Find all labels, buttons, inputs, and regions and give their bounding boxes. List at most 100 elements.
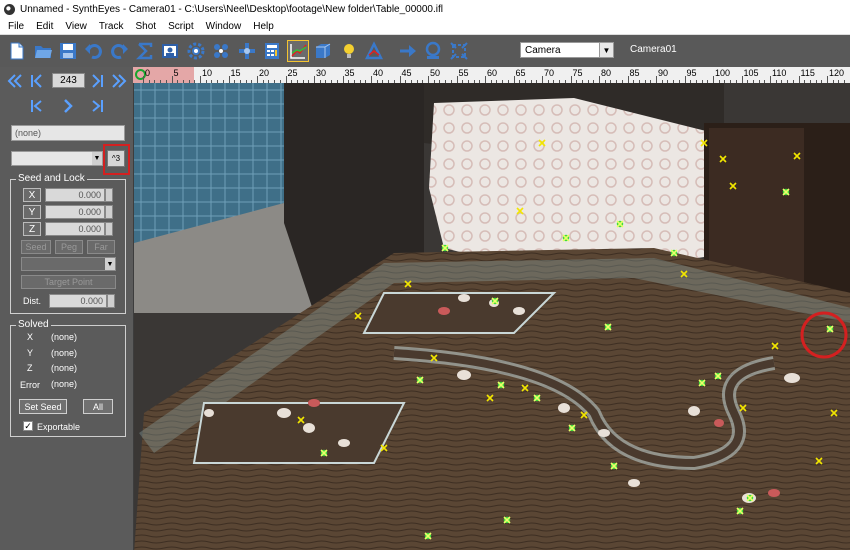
solved-tracker-marker[interactable] (533, 394, 541, 402)
solved-tracker-marker[interactable] (562, 234, 570, 242)
redo-icon[interactable] (108, 40, 130, 62)
solved-z-label: Z (27, 363, 33, 373)
ruler-tick-label: 120 (829, 68, 845, 78)
ruler-tick (399, 76, 401, 83)
solved-tracker-marker[interactable] (714, 372, 722, 380)
seed-z-button[interactable]: Z (23, 222, 41, 236)
calculator-icon[interactable] (261, 40, 283, 62)
image-preview-icon[interactable] (159, 40, 181, 62)
seed-y-field[interactable]: 0.000 (45, 205, 105, 219)
tracker-name-field[interactable]: (none) (11, 125, 125, 141)
solved-tracker-marker[interactable] (441, 244, 449, 252)
dist-field[interactable]: 0.000 (49, 294, 107, 308)
solved-tracker-marker[interactable] (424, 532, 432, 540)
seed-z-field[interactable]: 0.000 (45, 222, 105, 236)
ruler-tick-label: 65 (515, 68, 526, 78)
new-file-icon[interactable] (6, 40, 28, 62)
timeline-ruler[interactable]: 0 5 10 15 20 25 30 35 40 45 50 55 60 65 70 75 80 85 90 95 10… (133, 67, 850, 83)
far-button[interactable]: Far (87, 240, 115, 254)
menu-window[interactable]: Window (200, 21, 248, 32)
menu-script[interactable]: Script (162, 21, 200, 32)
solved-tracker-marker[interactable] (670, 249, 678, 257)
gear-icon[interactable] (185, 40, 207, 62)
solved-tracker-marker[interactable] (491, 297, 499, 305)
target-point-button[interactable]: Target Point (21, 275, 116, 289)
seed-button[interactable]: Seed (21, 240, 51, 254)
save-icon[interactable] (57, 40, 79, 62)
frame-number-field[interactable]: 243 (52, 73, 85, 88)
ruler-tick (428, 76, 429, 83)
sigma-icon[interactable] (134, 40, 156, 62)
ruler-tick-label: 0 (145, 68, 151, 78)
set-seed-button[interactable]: Set Seed (19, 399, 67, 414)
tracker-dropdown[interactable]: ▼ (11, 151, 103, 166)
menu-view[interactable]: View (59, 21, 93, 32)
solved-tracker-marker[interactable] (604, 323, 612, 331)
ruler-tick-label: 35 (344, 68, 355, 78)
cluster-icon[interactable] (210, 40, 232, 62)
ruler-tick-label: 95 (686, 68, 697, 78)
seed-y-button[interactable]: Y (23, 205, 41, 219)
lock-mode-dropdown[interactable]: ▼ (21, 257, 116, 271)
step-back-icon[interactable] (28, 97, 46, 115)
menu-track[interactable]: Track (93, 21, 130, 32)
solved-tracker-marker[interactable] (497, 381, 505, 389)
seed-y-spinner[interactable] (105, 205, 113, 219)
peg-button[interactable]: Peg (55, 240, 83, 254)
triangle-icon[interactable] (363, 40, 385, 62)
solved-tracker-marker[interactable] (503, 516, 511, 524)
chevron-down-icon[interactable]: ▼ (105, 258, 115, 270)
zoom-fit-icon[interactable] (422, 40, 444, 62)
exportable-checkbox[interactable]: ✓ (23, 421, 33, 431)
chevron-down-icon[interactable]: ▼ (599, 43, 613, 57)
camera-viewport[interactable] (133, 83, 850, 550)
rewind-icon[interactable] (6, 72, 24, 90)
solved-tracker-marker[interactable] (568, 424, 576, 432)
move-icon[interactable] (236, 40, 258, 62)
seed-z-spinner[interactable] (105, 222, 113, 236)
seed-x-field[interactable]: 0.000 (45, 188, 105, 202)
fast-forward-icon[interactable] (110, 72, 128, 90)
menu-edit[interactable]: Edit (30, 21, 59, 32)
box-icon[interactable] (312, 40, 334, 62)
chevron-down-icon[interactable]: ▼ (92, 152, 102, 165)
ruler-tick (371, 76, 372, 83)
undo-icon[interactable] (83, 40, 105, 62)
graph-icon[interactable] (286, 40, 309, 62)
solved-tracker-marker[interactable] (610, 462, 618, 470)
menu-file[interactable]: File (2, 21, 30, 32)
viewport-image[interactable] (134, 83, 850, 550)
menu-help[interactable]: Help (247, 21, 280, 32)
ruler-tick-label: 5 (173, 68, 179, 78)
dist-spinner[interactable] (107, 294, 115, 308)
ruler-tick-label: 25 (287, 68, 298, 78)
solved-tracker-marker[interactable] (416, 376, 424, 384)
menu-shot[interactable]: Shot (130, 21, 163, 32)
solved-tracker-marker[interactable] (746, 494, 754, 502)
play-icon[interactable] (59, 97, 77, 115)
all-button[interactable]: All (83, 399, 113, 414)
select-icon[interactable] (448, 40, 470, 62)
solved-error-value: (none) (51, 379, 78, 389)
ruler-tick (741, 76, 743, 83)
solved-tracker-marker[interactable] (826, 325, 834, 333)
solved-tracker-marker[interactable] (616, 220, 624, 228)
step-forward-icon[interactable] (88, 97, 106, 115)
solved-tracker-marker[interactable] (698, 379, 706, 387)
solved-tracker-marker[interactable] (782, 188, 790, 196)
open-folder-icon[interactable] (32, 40, 54, 62)
camera-select[interactable]: Camera ▼ (520, 42, 614, 58)
first-frame-icon[interactable] (28, 72, 46, 90)
window-title: Unnamed - SynthEyes - Camera01 - C:\User… (20, 3, 443, 15)
solved-tracker-marker[interactable] (736, 507, 744, 515)
solved-tracker-marker[interactable] (320, 449, 328, 457)
arrow-right-icon[interactable] (397, 40, 419, 62)
last-frame-icon[interactable] (88, 72, 106, 90)
left-control-panel: 243 (none) ▼ ^3 Seed and Lock X 0.000 Y … (0, 67, 133, 550)
seed-x-button[interactable]: X (23, 188, 41, 202)
lightbulb-icon[interactable] (338, 40, 360, 62)
seed-x-spinner[interactable] (105, 188, 113, 202)
ruler-tick (171, 76, 173, 83)
ruler-tick (228, 76, 230, 83)
solved-x-label: X (27, 332, 34, 342)
